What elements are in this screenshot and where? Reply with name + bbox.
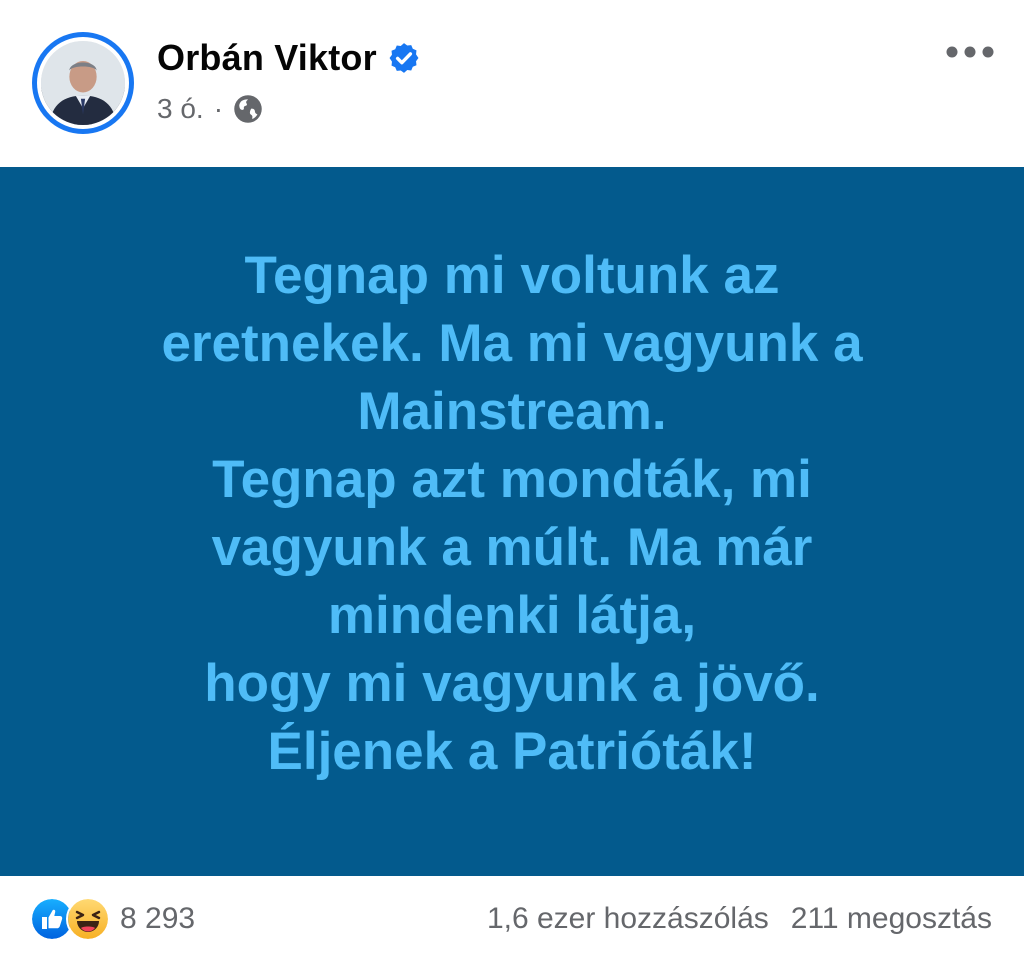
haha-icon [66,897,110,941]
meta-separator: · [213,93,224,124]
post-text: Tegnap mi voltunk az eretnekek. Ma mi va… [161,245,863,781]
more-options-button[interactable] [942,30,998,74]
profile-photo [41,41,125,125]
reaction-count: 8 293 [120,902,196,935]
post-time[interactable]: 3 ó. [157,92,204,126]
post-content: Tegnap mi voltunk az eretnekek. Ma mi va… [0,167,1024,876]
comments-count[interactable]: 1,6 ezer hozzászólás [487,902,769,936]
post-stats: 1,6 ezer hozzászólás 211 megosztás [487,895,992,943]
more-options-icon [946,46,994,58]
haha-wrapper [66,897,110,941]
globe-icon [234,95,262,123]
author-name[interactable]: Orbán Viktor [157,36,377,80]
post-header: Orbán Viktor 3 ó. · [0,0,1024,167]
author-row: Orbán Viktor [157,36,421,80]
shares-count[interactable]: 211 megosztás [791,902,992,936]
reactions-summary[interactable]: 8 293 [30,895,195,943]
post-meta: 3 ó. · [157,92,263,126]
verified-badge-icon [389,43,419,73]
avatar[interactable] [32,32,134,134]
avatar-border [37,37,129,129]
